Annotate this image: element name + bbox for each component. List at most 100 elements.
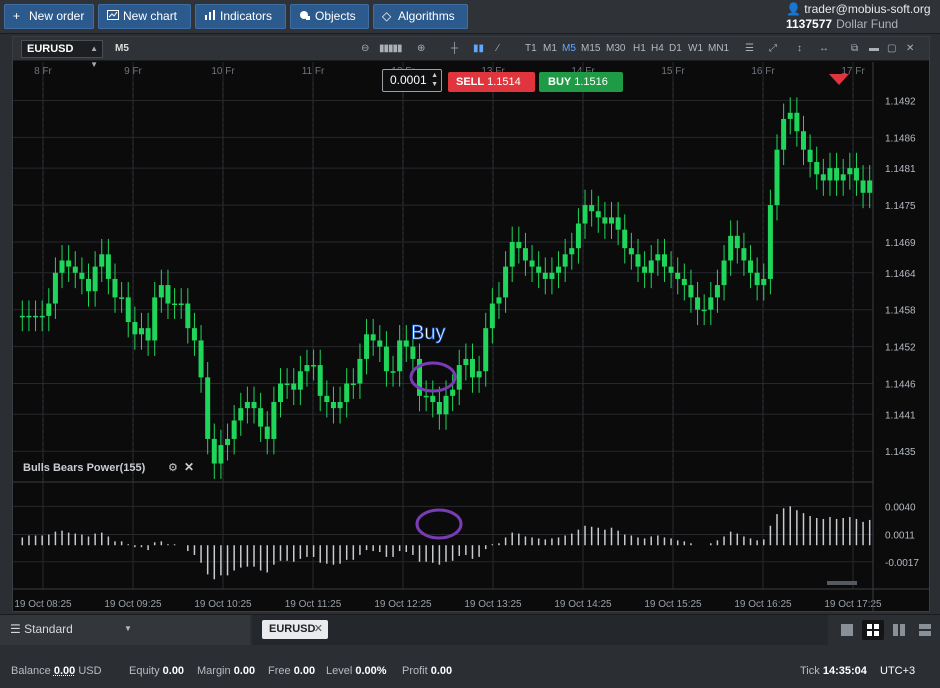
candle-body [867,180,873,193]
account-number: 1137577 [786,17,833,31]
tab-area: EURUSD ✕ [252,615,828,645]
chart-tabs-bar: ☰ Standard ▼ EURUSD ✕ [0,614,940,645]
candle-body [52,272,58,304]
candle-chart-type-icon[interactable]: ▮▮ [473,41,484,57]
candle-body [158,285,164,298]
candle-body [430,395,436,402]
candle-body [92,266,98,292]
timeframe-h4[interactable]: H4 [651,43,664,54]
candle-body [748,260,754,273]
candle-body [595,211,601,218]
candle-body [344,383,350,402]
candle-body [575,223,581,249]
time-tick-label: 19 Oct 12:25 [374,599,432,610]
candle-body [483,328,489,372]
layout-single-icon[interactable] [836,620,858,640]
price-tick-label: 1.1481 [885,164,916,175]
candle-body [642,266,648,273]
timeframe-m5[interactable]: M5 [562,43,576,54]
timeframe-d1[interactable]: D1 [669,43,682,54]
candle-body [609,217,615,224]
price-tick-label: 1.1492 [885,96,916,107]
candle-body [423,395,429,398]
layout-grid-icon[interactable] [862,620,884,640]
buy-annotation-label: Buy [411,322,445,344]
candle-body [840,174,846,181]
indicator-series [21,506,871,580]
candle-body [668,266,674,273]
candle-body [807,149,813,162]
maximize-icon[interactable]: ▢ [887,41,896,57]
zoom-out-icon[interactable]: ⊖ [361,41,369,57]
timeframe-t1[interactable]: T1 [525,43,537,54]
spinner-icon[interactable]: ▲ ▼ [431,71,438,89]
indicator-title: Bulls Bears Power(155) [23,462,146,474]
timeframe-m1[interactable]: M1 [543,43,557,54]
tab-eurusd[interactable]: EURUSD ✕ [262,620,328,639]
vertical-scale-icon[interactable]: ↕ [797,41,802,57]
horizontal-scale-icon[interactable]: ↔ [819,41,829,57]
timeframe-m30[interactable]: M30 [606,43,625,54]
timeframe-mn1[interactable]: MN1 [708,43,729,54]
candle-body [231,420,237,439]
candle-body [635,254,641,267]
sell-button[interactable]: SELL 1.1514 [448,72,535,92]
new-order-button[interactable]: + New order [4,4,94,29]
candle-body [741,248,747,261]
top-date-label: 9 Fr [124,66,142,77]
algorithms-button[interactable]: ◇ Algorithms [373,4,468,29]
timeframe-m15[interactable]: M15 [581,43,600,54]
top-date-label: 16 Fr [751,66,775,77]
indicator-close-icon[interactable]: ✕ [184,460,194,474]
candle-body [834,168,840,181]
symbol-select[interactable]: EURUSD ▲ ▼ [21,40,103,69]
price-axis: 1.1492 1.1486 1.1481 1.1475 1.1469 1.1464 1.14… [885,96,916,458]
detach-icon[interactable]: ⧉ [851,41,858,57]
candle-body [787,112,793,119]
candle-body [463,358,469,366]
crosshair-icon[interactable]: ⤢ [769,41,777,57]
timeframe-h1[interactable]: H1 [633,43,646,54]
bar-chart-type-icon[interactable]: ┼ [451,41,458,57]
chart-window: EURUSD ▲ ▼ M5 ⊖ ▮▮▮▮▮ ⊕ ┼ ▮▮ ⁄ T1 M1 M5 M1… [12,36,930,612]
layout-rows-icon[interactable] [914,620,936,640]
candle-body [284,383,290,386]
candle-body [721,260,727,286]
new-chart-button[interactable]: New chart [98,4,191,29]
line-chart-type-icon[interactable]: ⁄ [497,41,499,57]
chart-plot[interactable]: 8 Fr9 Fr10 Fr11 Fr12 Fr13 Fr14 Fr15 Fr16… [13,62,929,612]
horizontal-scrollbar[interactable] [827,581,857,585]
zoom-slider[interactable]: ▮▮▮▮▮ [379,41,402,57]
timezone-select[interactable]: UTC+3 [880,665,915,677]
app-window: + New order New chart Indicators Objects … [0,0,940,688]
buy-button[interactable]: BUY 1.1516 [539,72,623,92]
candle-body [191,328,197,341]
diamond-icon: ◇ [382,9,392,23]
current-timeframe: M5 [115,43,129,54]
candle-body [542,272,548,279]
close-icon[interactable]: ✕ [906,41,914,57]
zoom-in-icon[interactable]: ⊕ [417,41,425,57]
candle-body [701,309,707,312]
properties-icon[interactable]: ☰ [745,41,754,57]
candle-body [800,131,806,150]
tab-close-icon[interactable]: ✕ [314,620,323,639]
lot-size-input[interactable]: 0.0001 ▲ ▼ [382,69,442,92]
layout-columns-icon[interactable] [888,620,910,640]
minimize-icon[interactable]: ▬ [869,41,879,57]
objects-button[interactable]: Objects [290,4,369,29]
candle-body [72,266,78,273]
candle-body [516,242,522,249]
candle-body [238,408,244,421]
candle-body [370,334,376,341]
layout-select[interactable]: ☰ Standard ▼ [0,615,250,645]
indicators-button[interactable]: Indicators [195,4,286,29]
candle-body [251,402,257,409]
candle-body [297,371,303,390]
indicator-settings-icon[interactable]: ⚙ [168,462,178,474]
timeframe-w1[interactable]: W1 [688,43,703,54]
account-info[interactable]: 👤 trader@mobius-soft.org 1137577 Dollar F… [786,2,934,32]
candle-body [79,272,85,279]
candle-body [211,438,217,464]
candle-body [675,272,681,279]
